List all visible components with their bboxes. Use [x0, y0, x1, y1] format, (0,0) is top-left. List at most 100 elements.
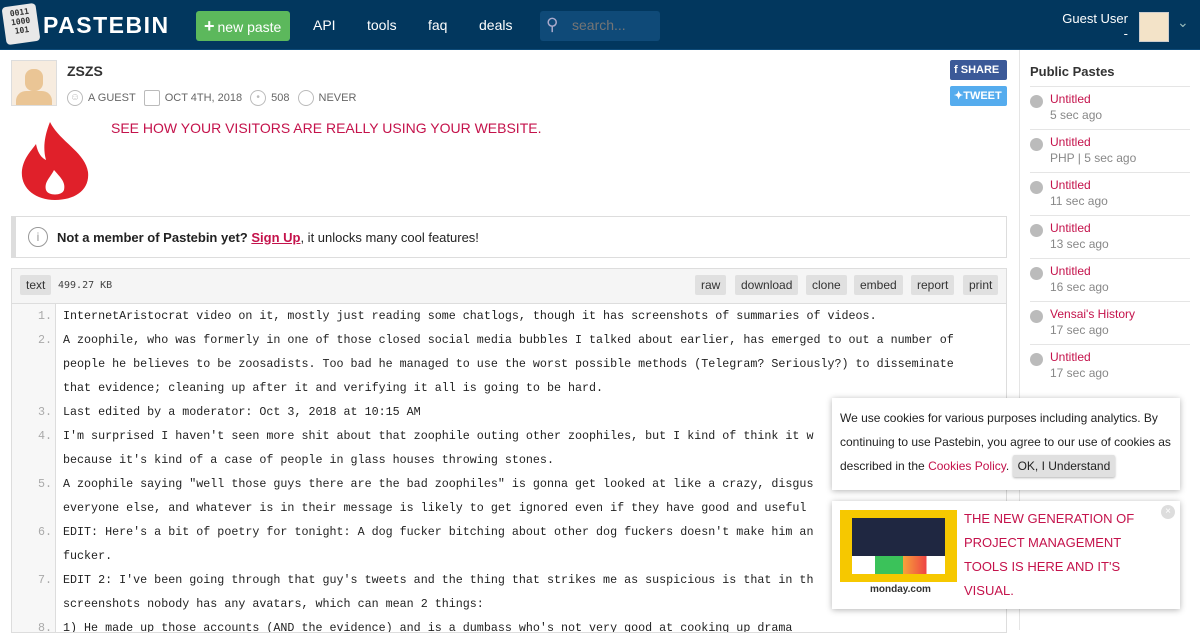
search-box: ⚲ [540, 11, 660, 41]
globe-icon [1030, 95, 1043, 108]
public-paste-item[interactable]: Untitled 16 sec ago [1030, 258, 1190, 301]
cookie-banner: We use cookies for various purposes incl… [832, 398, 1180, 490]
raw-button[interactable]: raw [695, 275, 727, 295]
author-avatar [11, 60, 57, 106]
code-line: 1. InternetAristocrat video on it, mostly… [12, 304, 1006, 328]
code-text: A zoophile, who was formerly in one of t… [63, 333, 954, 347]
top-bar: 0011 1000 101 PASTEBIN + new paste API to… [0, 0, 1200, 50]
public-paste-item[interactable]: Untitled 13 sec ago [1030, 215, 1190, 258]
code-text: InternetAristocrat video on it, mostly j… [63, 309, 877, 323]
report-button[interactable]: report [911, 275, 955, 295]
notice-lead: Not a member of Pastebin yet? [57, 229, 248, 245]
close-icon[interactable]: × [1161, 505, 1175, 519]
facebook-icon: f [954, 64, 961, 76]
ad-headline-link[interactable]: SEE HOW YOUR VISITORS ARE REALLY USING Y… [111, 120, 541, 136]
share-label: SHARE [960, 64, 1000, 76]
eye-icon: • [250, 90, 267, 106]
download-button[interactable]: download [735, 275, 799, 295]
paste-link[interactable]: Untitled [1050, 221, 1091, 235]
embed-button[interactable]: embed [854, 275, 903, 295]
public-paste-item[interactable]: Untitled 5 sec ago [1030, 86, 1190, 129]
author-name[interactable]: A GUEST [88, 92, 136, 104]
paste-title: ZSZS [67, 63, 103, 79]
sidebar-title: Public Pastes [1030, 64, 1115, 79]
code-line: 2. A zoophile, who was formerly in one of… [12, 328, 1006, 400]
paste-age: 17 sec ago [1050, 366, 1109, 380]
promo-ad[interactable]: monday.com THE NEW GENERATION OF PROJECT… [832, 501, 1180, 609]
facebook-share-button[interactable]: f SHARE [950, 60, 1007, 80]
user-sub: - [1123, 26, 1128, 41]
syntax-badge[interactable]: text [20, 275, 52, 295]
globe-icon [1030, 138, 1043, 151]
line-number: 1. [37, 309, 52, 323]
print-button[interactable]: print [963, 275, 999, 295]
twitter-tweet-button[interactable]: ✦TWEET [950, 86, 1007, 106]
line-number: 6. [37, 525, 52, 539]
line-number: 4. [37, 429, 52, 443]
info-icon: i [28, 227, 48, 247]
sign-up-link[interactable]: Sign Up [251, 230, 300, 245]
code-text: people he believes to be zoosadists. Too… [63, 357, 954, 371]
paste-age: PHP | 5 sec ago [1050, 151, 1137, 165]
paste-toolbar: text 499.27 KB raw download clone embed … [11, 268, 1007, 304]
new-paste-label: new paste [217, 19, 282, 35]
paste-link[interactable]: Vensai's History [1050, 307, 1135, 321]
line-number: 8. [37, 621, 52, 633]
paste-age: 13 sec ago [1050, 237, 1109, 251]
line-number: 7. [37, 573, 52, 587]
code-text: 1) He made up those accounts (AND the ev… [63, 621, 793, 633]
paste-link[interactable]: Untitled [1050, 178, 1091, 192]
paste-age: 16 sec ago [1050, 280, 1109, 294]
cookie-accept-button[interactable]: OK, I Understand [1012, 455, 1116, 477]
calendar-icon [143, 90, 160, 106]
paste-meta: ☺ A GUEST OCT 4TH, 2018 • 508 NEVER [67, 90, 356, 106]
public-paste-item[interactable]: Untitled PHP | 5 sec ago [1030, 129, 1190, 172]
notice-rest: , it unlocks many cool features! [300, 229, 479, 245]
clone-button[interactable]: clone [806, 275, 847, 295]
views: • 508 [250, 90, 290, 106]
paste-link[interactable]: Untitled [1050, 264, 1091, 278]
paste-link[interactable]: Untitled [1050, 135, 1091, 149]
nav-tools[interactable]: tools [367, 17, 397, 33]
user-name: Guest User [1062, 11, 1128, 26]
ad-text[interactable]: THE NEW GENERATION OF PROJECT MANAGEMENT… [964, 507, 1154, 603]
cookies-policy-link[interactable]: Cookies Policy [928, 459, 1006, 473]
new-paste-button[interactable]: + new paste [196, 11, 290, 41]
view-count: 508 [271, 91, 290, 104]
paste-link[interactable]: Untitled [1050, 92, 1091, 106]
public-paste-item[interactable]: Untitled 11 sec ago [1030, 172, 1190, 215]
author: ☺ A GUEST [67, 90, 136, 106]
flame-ad-icon[interactable] [20, 122, 90, 200]
signup-notice: i Not a member of Pastebin yet? Sign Up,… [11, 216, 1007, 258]
date: OCT 4TH, 2018 [143, 90, 243, 106]
chevron-down-icon[interactable]: ⌄ [1177, 14, 1189, 31]
twitter-icon: ✦ [954, 90, 964, 102]
search-icon[interactable]: ⚲ [546, 15, 558, 35]
code-line: 8. 1) He made up those accounts (AND the … [12, 616, 1006, 633]
nav-api[interactable]: API [313, 17, 336, 33]
pastebin-logo-icon[interactable]: 0011 1000 101 [1, 2, 41, 46]
search-input[interactable] [572, 17, 656, 33]
code-text: that evidence; cleaning up after it and … [63, 381, 604, 395]
line-number: 5. [37, 477, 52, 491]
brand-name[interactable]: PASTEBIN [43, 12, 170, 39]
expires-value: NEVER [318, 91, 357, 104]
paste-link[interactable]: Untitled [1050, 350, 1091, 364]
user-icon: ☺ [67, 90, 83, 106]
globe-icon [1030, 224, 1043, 237]
paste-date: OCT 4TH, 2018 [164, 91, 243, 104]
nav-faq[interactable]: faq [428, 17, 447, 33]
ad-image[interactable] [840, 510, 957, 582]
plus-icon: + [204, 16, 215, 36]
nav-deals[interactable]: deals [479, 17, 512, 33]
globe-icon [1030, 267, 1043, 280]
user-menu[interactable]: Guest User - [1062, 11, 1128, 41]
paste-size: 499.27 KB [58, 280, 113, 291]
public-paste-item[interactable]: Vensai's History 17 sec ago [1030, 301, 1190, 344]
expiry: NEVER [297, 90, 357, 106]
paste-age: 17 sec ago [1050, 323, 1109, 337]
globe-icon [1030, 181, 1043, 194]
public-paste-item[interactable]: Untitled 17 sec ago [1030, 344, 1190, 387]
monday-logo: monday.com [870, 584, 931, 595]
user-avatar[interactable] [1139, 12, 1169, 42]
